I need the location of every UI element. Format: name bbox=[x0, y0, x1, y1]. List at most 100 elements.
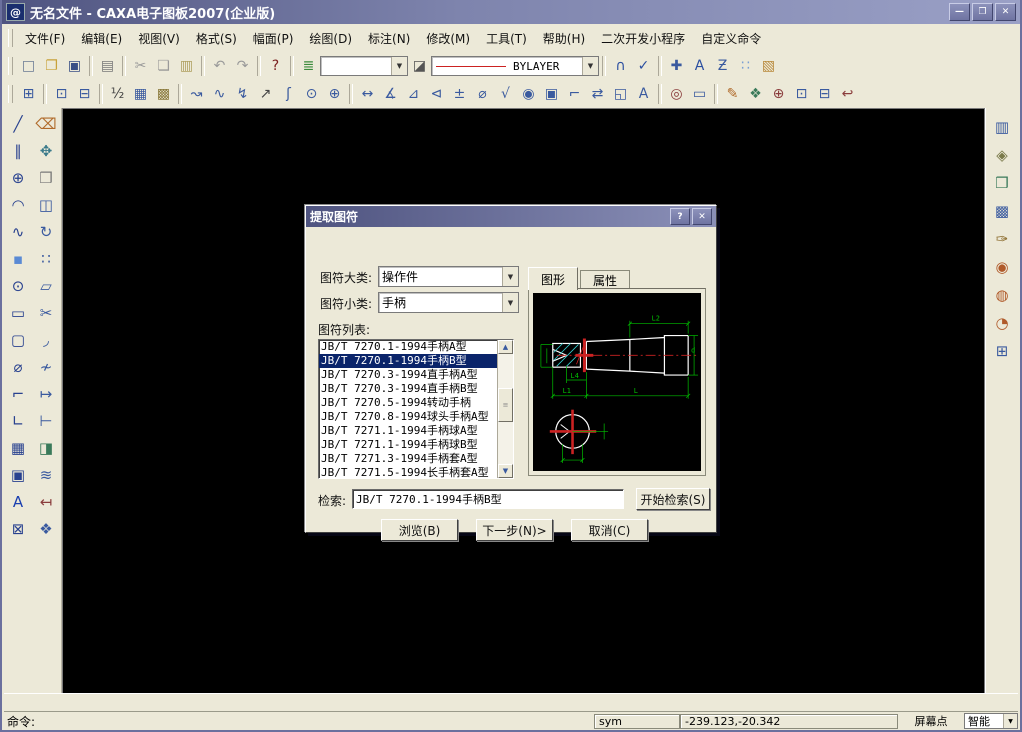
list-scrollbar[interactable]: ▲ ≡ ▼ bbox=[497, 340, 513, 478]
cancel-button[interactable]: 取消(C) bbox=[571, 519, 648, 541]
menu-modify[interactable]: 修改(M) bbox=[418, 27, 478, 50]
spline-tool-icon[interactable]: ∿ bbox=[6, 220, 30, 244]
symbol-list-item[interactable]: JB/T 7271.3-1994手柄套A型 bbox=[319, 452, 497, 466]
tab-attribute[interactable]: 属性 bbox=[580, 270, 630, 290]
start-search-button[interactable]: 开始检索(S) bbox=[636, 488, 710, 510]
chevron-down-icon[interactable]: ▼ bbox=[502, 293, 518, 312]
fraction-style-icon[interactable]: ½ bbox=[106, 83, 129, 105]
block-create-icon[interactable]: ⊞ bbox=[990, 339, 1015, 363]
symbol-subclass-select[interactable]: 手柄 ▼ bbox=[378, 292, 519, 313]
linetype-icon[interactable]: ◪ bbox=[408, 55, 431, 77]
zoom-previous-icon[interactable]: ↩ bbox=[836, 83, 859, 105]
match-properties-tool-icon[interactable]: ❖ bbox=[34, 517, 58, 541]
scrollbar-thumb[interactable]: ≡ bbox=[498, 388, 513, 422]
menu-view[interactable]: 视图(V) bbox=[130, 27, 188, 50]
command-line-area[interactable] bbox=[4, 693, 1018, 712]
fit-window-icon[interactable]: ⊞ bbox=[17, 83, 40, 105]
undo-icon[interactable]: ↶ bbox=[208, 55, 231, 77]
close-button[interactable]: ✕ bbox=[995, 3, 1016, 21]
layer-select[interactable]: ▼ bbox=[320, 56, 408, 76]
redo-icon[interactable]: ↷ bbox=[231, 55, 254, 77]
next-button[interactable]: 下一步(N)> bbox=[476, 519, 553, 541]
point-mode-label[interactable]: 屏幕点 bbox=[898, 714, 964, 729]
scroll-down-icon[interactable]: ▼ bbox=[498, 464, 513, 478]
save-file-icon[interactable]: ▣ bbox=[63, 55, 86, 77]
new-file-icon[interactable]: □ bbox=[17, 55, 40, 77]
dialog-help-button[interactable]: ? bbox=[670, 208, 690, 225]
polygon-tool-icon[interactable]: ▢ bbox=[6, 328, 30, 352]
datum-icon[interactable]: ⊲ bbox=[425, 83, 448, 105]
cut-icon[interactable]: ✂ bbox=[129, 55, 152, 77]
line-tool-icon[interactable]: ╱ bbox=[6, 112, 30, 136]
section-hatch-icon[interactable]: ◔ bbox=[990, 311, 1015, 335]
step-line-tool-icon[interactable]: ⌐ bbox=[6, 382, 30, 406]
menu-help[interactable]: 帮助(H) bbox=[535, 27, 593, 50]
paste-block-icon[interactable]: ❒ bbox=[990, 171, 1015, 195]
search-input[interactable] bbox=[352, 489, 624, 509]
zoom-region-icon[interactable]: ◱ bbox=[609, 83, 632, 105]
diameter-dim-icon[interactable]: ⌀ bbox=[471, 83, 494, 105]
fillet-tool-icon[interactable]: ◞ bbox=[34, 328, 58, 352]
trim-tool-icon[interactable]: ✂ bbox=[34, 301, 58, 325]
shaft-hole-tool-icon[interactable]: ⌀ bbox=[6, 355, 30, 379]
hatch-tool-icon[interactable]: ▦ bbox=[6, 436, 30, 460]
symbol-list-item[interactable]: JB/T 7270.3-1994直手柄B型 bbox=[319, 382, 497, 396]
magnet-snap-icon[interactable]: ∩ bbox=[609, 55, 632, 77]
layer-tool-icon[interactable]: ≋ bbox=[34, 463, 58, 487]
probe-circle-icon[interactable]: ⊙ bbox=[300, 83, 323, 105]
pan-hand-icon[interactable]: ❖ bbox=[744, 83, 767, 105]
chevron-down-icon[interactable]: ▼ bbox=[391, 57, 407, 75]
display-text-icon[interactable]: ⊟ bbox=[73, 83, 96, 105]
print-icon[interactable]: ▤ bbox=[96, 55, 119, 77]
menu-paper[interactable]: 幅面(P) bbox=[245, 27, 302, 50]
image-insert-icon[interactable]: ▩ bbox=[152, 83, 175, 105]
stretch-tool-icon[interactable]: ⊢ bbox=[34, 409, 58, 433]
zigzag-line-icon[interactable]: ↯ bbox=[231, 83, 254, 105]
rectangle-tool-icon[interactable]: ▭ bbox=[6, 301, 30, 325]
symbol-list-item[interactable]: JB/T 7270.3-1994直手柄A型 bbox=[319, 368, 497, 382]
raster-image-icon[interactable]: ▩ bbox=[990, 199, 1015, 223]
measure-icon[interactable]: ▭ bbox=[688, 83, 711, 105]
symbol-list-item[interactable]: JB/T 7270.1-1994手柄B型 bbox=[319, 354, 497, 368]
center-mark-icon[interactable]: ⊕ bbox=[323, 83, 346, 105]
weld-symbol-icon[interactable]: ⊿ bbox=[402, 83, 425, 105]
paste-icon[interactable]: ▥ bbox=[175, 55, 198, 77]
block-edit-tool-icon[interactable]: ◨ bbox=[34, 436, 58, 460]
rotate-tool-icon[interactable]: ↻ bbox=[34, 220, 58, 244]
dynamic-pan-icon[interactable]: ✚ bbox=[665, 55, 688, 77]
symbol-list-item[interactable]: JB/T 7270.8-1994球头手柄A型 bbox=[319, 410, 497, 424]
chevron-down-icon[interactable]: ▼ bbox=[1003, 714, 1017, 728]
menu-tools[interactable]: 工具(T) bbox=[478, 27, 535, 50]
symbol-list-item[interactable]: JB/T 7271.1-1994手柄球B型 bbox=[319, 438, 497, 452]
linetype-select[interactable]: BYLAYER ▼ bbox=[431, 56, 599, 76]
symbol-list-item[interactable]: JB/T 7271.5-1994长手柄套A型 bbox=[319, 466, 497, 478]
text-tool-icon[interactable]: A bbox=[6, 490, 30, 514]
tab-graphic[interactable]: 图形 bbox=[528, 267, 578, 290]
menu-format[interactable]: 格式(S) bbox=[188, 27, 245, 50]
dynamic-zoom-icon[interactable]: A bbox=[688, 55, 711, 77]
chevron-down-icon[interactable]: ▼ bbox=[502, 267, 518, 286]
dim-edit-tool-icon[interactable]: ↤ bbox=[34, 490, 58, 514]
zoom-in-icon[interactable]: ⊕ bbox=[767, 83, 790, 105]
capture-image-icon[interactable]: ◍ bbox=[990, 283, 1015, 307]
extend-tool-icon[interactable]: ↦ bbox=[34, 382, 58, 406]
circle-tool-icon[interactable]: ⊕ bbox=[6, 166, 30, 190]
display-window-icon[interactable]: ⊡ bbox=[50, 83, 73, 105]
ellipse-tool-icon[interactable]: ⊙ bbox=[6, 274, 30, 298]
copy-icon[interactable]: ❏ bbox=[152, 55, 175, 77]
symbol-list-item[interactable]: JB/T 7270.1-1994手柄A型 bbox=[319, 340, 497, 354]
arc-tool-icon[interactable]: ◠ bbox=[6, 193, 30, 217]
browse-button[interactable]: 浏览(B) bbox=[381, 519, 458, 541]
node-edit-icon[interactable]: ↝ bbox=[185, 83, 208, 105]
menu-draw[interactable]: 绘图(D) bbox=[301, 27, 360, 50]
angle-dim-icon[interactable]: ∡ bbox=[379, 83, 402, 105]
open-file-icon[interactable]: ❐ bbox=[40, 55, 63, 77]
zoom-window-icon[interactable]: ⊡ bbox=[790, 83, 813, 105]
block-move-icon[interactable]: ∷ bbox=[734, 55, 757, 77]
text-style-icon[interactable]: A bbox=[632, 83, 655, 105]
wave-line-icon[interactable]: ∿ bbox=[208, 83, 231, 105]
frame-dim-icon[interactable]: ▣ bbox=[540, 83, 563, 105]
linear-dim-icon[interactable]: ↔ bbox=[356, 83, 379, 105]
scrollbar-track[interactable]: ≡ bbox=[498, 354, 513, 464]
maximize-button[interactable]: ❐ bbox=[972, 3, 993, 21]
